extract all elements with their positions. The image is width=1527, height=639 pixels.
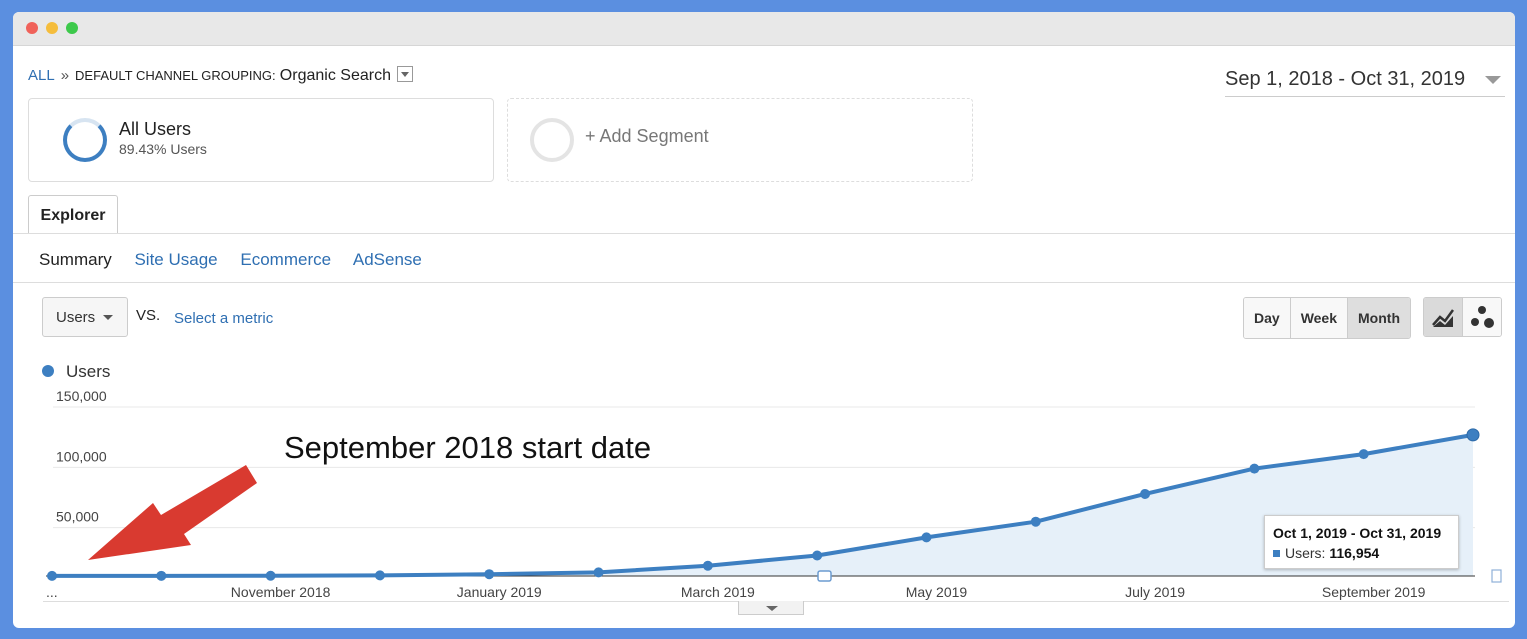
x-tick-label: March 2019 — [681, 584, 755, 600]
users-area-fill — [52, 434, 1473, 576]
data-point — [47, 570, 57, 581]
tooltip-line: Users: 116,954 — [1285, 545, 1379, 561]
tooltip-series-marker — [1273, 550, 1280, 557]
data-point — [593, 567, 604, 578]
browser-window: ALL» DEFAULT CHANNEL GROUPING: Organic Se… — [13, 12, 1515, 628]
annotation-marker-icon — [817, 570, 832, 582]
x-tick-label: May 2019 — [906, 584, 968, 600]
data-point — [1466, 428, 1480, 442]
tooltip-series-label: Users: — [1285, 545, 1326, 561]
annotation-arrow — [88, 465, 257, 560]
chart-edge-icon — [1491, 569, 1502, 583]
x-tick-label: November 2018 — [231, 584, 331, 600]
tooltip-title: Oct 1, 2019 - Oct 31, 2019 — [1273, 525, 1442, 541]
x-tick-label: January 2019 — [457, 584, 542, 600]
x-tick-label: ... — [46, 584, 58, 600]
tooltip-value: 116,954 — [1329, 545, 1380, 561]
data-point — [265, 570, 276, 581]
x-tick-label: July 2019 — [1125, 584, 1185, 600]
data-point — [1030, 516, 1041, 527]
data-point — [1140, 488, 1151, 499]
y-tick-label: 150,000 — [56, 388, 107, 404]
y-tick-label: 50,000 — [56, 509, 99, 525]
chart-tooltip: Oct 1, 2019 - Oct 31, 2019 Users: 116,95… — [1264, 515, 1459, 569]
x-tick-label: September 2019 — [1322, 584, 1426, 600]
y-tick-label: 100,000 — [56, 448, 107, 464]
data-point — [374, 570, 385, 581]
data-point — [702, 560, 713, 571]
data-point — [812, 550, 823, 561]
data-point — [921, 532, 932, 543]
annotation-text: September 2018 start date — [284, 430, 652, 465]
data-point — [156, 570, 167, 581]
data-point — [1249, 463, 1260, 474]
data-point — [1358, 449, 1369, 460]
data-point — [484, 569, 495, 580]
chart-collapse-handle[interactable] — [738, 601, 804, 615]
